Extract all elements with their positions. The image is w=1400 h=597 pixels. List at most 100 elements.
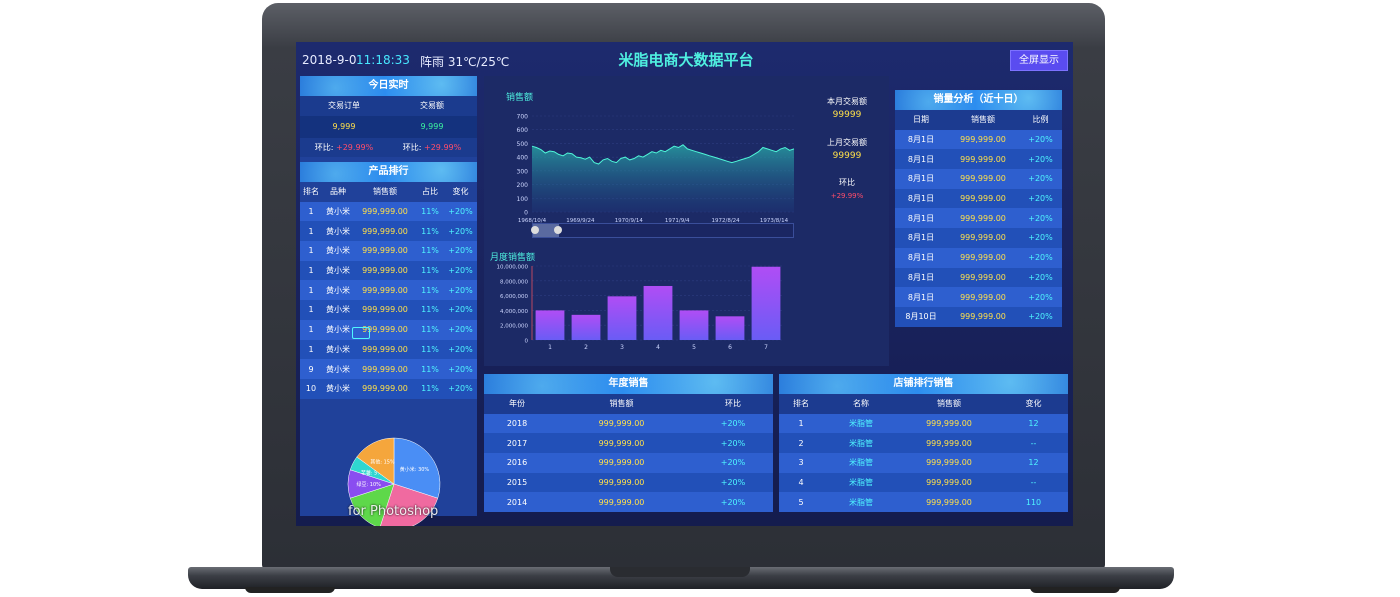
table-cell: 1 [308,325,314,335]
table-row[interactable]: 1 黄小米 999,999.00 11% +20% [300,280,477,301]
table-cell: +20% [448,285,473,295]
table-row[interactable]: 8月1日 999,999.00 +20% [895,247,1062,268]
y-tick-label: 6,000,000 [500,294,528,300]
table-cell: +20% [720,438,746,448]
col-header: 日期 [913,115,929,125]
zoom-slider[interactable] [531,223,794,238]
table-cell: +20% [1028,233,1053,243]
table-row[interactable]: 8月1日 999,999.00 +20% [895,208,1062,229]
sales-analysis-header: 销量分析（近十日） [895,90,1062,110]
x-tick-label: 7 [764,344,768,351]
table-cell: 9 [308,364,314,374]
table-row[interactable]: 1 黄小米 999,999.00 11% +20% [300,300,477,320]
table-row[interactable]: 10 黄小米 999,999.00 11% +20% [300,378,477,399]
table-cell: 999,999.00 [960,154,1006,164]
col-header: 销售额 [609,399,634,409]
table-row[interactable]: 8月1日 999,999.00 +20% [895,169,1062,189]
table-cell: 999,999.00 [362,305,408,315]
table-cell: 8月1日 [907,194,935,204]
table-row[interactable]: 8月10日 999,999.00 +20% [895,306,1062,327]
table-cell: 999,999.00 [598,419,645,429]
table-cell: 8月1日 [907,233,935,243]
table-cell: 1 [308,305,314,315]
y-tick-label: 700 [517,114,529,121]
amount-col-header: 交易额 [420,101,444,111]
y-tick-label: 8,000,000 [500,279,528,285]
table-cell: +20% [1028,292,1053,302]
table-cell: 米脂管 [849,419,873,429]
table-cell: 999,999.00 [598,438,645,448]
table-cell: 8月1日 [907,292,935,302]
fullscreen-button[interactable]: 全屏显示 [1010,50,1068,71]
table-cell: +20% [448,207,473,217]
table-row[interactable]: 8月1日 999,999.00 +20% [895,129,1062,150]
table-cell: 12 [1028,419,1039,429]
table-cell: 999,999.00 [598,497,645,507]
table-row[interactable]: 1 黄小米 999,999.00 11% +20% [300,260,477,281]
col-header: 环比 [725,399,741,409]
table-cell: 999,999.00 [960,272,1006,282]
table-row[interactable]: 4 米脂管 999,999.00 -- [779,472,1068,493]
bar [751,266,781,340]
table-row[interactable]: 2016 999,999.00 +20% [484,453,773,473]
table-cell: 11% [421,207,439,217]
x-tick-label: 6 [728,344,732,351]
table-row[interactable]: 2014 999,999.00 +20% [484,492,773,513]
table-cell: 1 [308,246,314,256]
table-cell: 黄小米 [326,344,350,354]
table-row[interactable]: 2015 999,999.00 +20% [484,472,773,493]
y-tick-label: 2,000,000 [500,324,528,330]
table-row[interactable]: 9 黄小米 999,999.00 11% +20% [300,359,477,379]
table-row[interactable]: 2 米脂管 999,999.00 -- [779,433,1068,454]
watermark-text: for Photoshop [348,504,439,519]
y-tick-label: 100 [517,196,529,203]
table-cell: 米脂管 [849,497,873,507]
table-cell: 4 [798,478,804,488]
table-row[interactable]: 1 米脂管 999,999.00 12 [779,413,1068,434]
table-row[interactable]: 1 黄小米 999,999.00 11% +20% [300,319,477,340]
col-header: 年份 [509,399,525,409]
table-cell: 10 [305,384,317,394]
last-month-value: 99999 [832,151,862,161]
table-row[interactable]: 1 黄小米 999,999.00 11% +20% [300,339,477,360]
table-row[interactable]: 5 米脂管 999,999.00 110 [779,492,1068,513]
table-row[interactable]: 8月1日 999,999.00 +20% [895,149,1062,170]
table-cell: 999,999.00 [362,226,408,236]
table-cell: 2015 [506,478,528,488]
table-row[interactable]: 1 黄小米 999,999.00 11% +20% [300,221,477,242]
zoom-handle-left[interactable] [531,226,539,234]
zoom-handle-right[interactable] [554,226,562,234]
bar [679,310,709,340]
table-cell: 11% [421,364,439,374]
y-tick-label: 600 [517,127,529,134]
table-row[interactable]: 1 黄小米 999,999.00 11% +20% [300,241,477,261]
last-month-label: 上月交易额 [827,138,867,147]
page-title: 米脂电商大数据平台 [618,51,754,69]
table-cell: 999,999.00 [362,266,408,276]
table-cell: 11% [421,226,439,236]
table-row[interactable]: 3 米脂管 999,999.00 12 [779,453,1068,473]
table-cell: 米脂管 [849,438,873,448]
table-cell: 8月1日 [907,213,935,223]
table-cell: 999,999.00 [960,174,1006,184]
table-row[interactable]: 8月1日 999,999.00 +20% [895,287,1062,307]
table-cell: +20% [720,497,746,507]
table-row[interactable]: 2017 999,999.00 +20% [484,433,773,454]
orders-col-header: 交易订单 [328,101,360,111]
line-area [532,144,794,212]
table-cell: 3 [798,458,804,468]
ratio-value: +29.99% [336,143,374,153]
table-cell: 黄小米 [326,226,350,236]
dashboard-screen: 2018-9-0 11:18:33 阵雨 31℃/25℃ 米脂电商大数据平台 全… [296,42,1073,526]
bar [715,316,745,340]
table-row[interactable]: 1 黄小米 999,999.00 11% +20% [300,201,477,222]
table-cell: 2018 [506,419,528,429]
table-row[interactable]: 8月1日 999,999.00 +20% [895,267,1062,288]
table-cell: 2014 [506,497,528,507]
table-cell: 11% [421,384,439,394]
table-row[interactable]: 2018 999,999.00 +20% [484,413,773,434]
table-cell: 1 [308,226,314,236]
table-row[interactable]: 8月1日 999,999.00 +20% [895,188,1062,209]
table-row[interactable]: 8月1日 999,999.00 +20% [895,228,1062,248]
sales-analysis-table: 日期 销售额 比例 8月1日 999,999.00 +20% 8月1日 999,999.… [895,110,1062,327]
